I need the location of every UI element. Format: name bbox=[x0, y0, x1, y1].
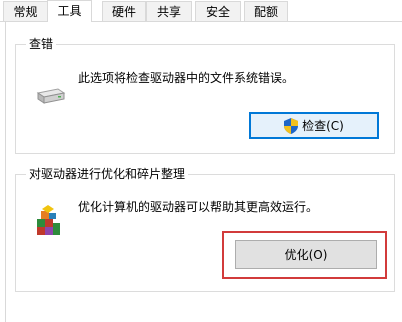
shield-icon bbox=[284, 117, 299, 134]
tab-strip: 常规 工具 硬件 共享 安全 配额 bbox=[0, 0, 402, 22]
highlight-annotation bbox=[222, 231, 387, 279]
tab-tools[interactable]: 工具 bbox=[47, 0, 92, 22]
tab-general[interactable]: 常规 bbox=[3, 1, 48, 21]
error-check-description: 此选项将检查驱动器中的文件系统错误。 bbox=[78, 71, 295, 85]
tab-label: 共享 bbox=[156, 5, 181, 19]
tab-label: 工具 bbox=[57, 4, 82, 18]
error-check-group: 查错 此选项将检查驱动器中的文件系统错误。 检查(C) bbox=[15, 36, 395, 154]
check-button-label: 检查(C) bbox=[302, 119, 344, 133]
check-button[interactable]: 检查(C) bbox=[249, 112, 379, 139]
drive-icon bbox=[34, 85, 66, 107]
error-check-title: 查错 bbox=[26, 36, 57, 52]
optimize-description: 优化计算机的驱动器可以帮助其更高效运行。 bbox=[78, 200, 319, 214]
tab-label: 常规 bbox=[13, 5, 38, 19]
tab-label: 配额 bbox=[253, 5, 278, 19]
tab-quota[interactable]: 配额 bbox=[244, 1, 288, 21]
tab-label: 硬件 bbox=[111, 5, 136, 19]
optimize-title: 对驱动器进行优化和碎片整理 bbox=[26, 166, 189, 182]
tab-sharing[interactable]: 共享 bbox=[146, 1, 192, 21]
tab-security[interactable]: 安全 bbox=[195, 1, 241, 21]
tab-hardware[interactable]: 硬件 bbox=[102, 1, 146, 21]
panel-border bbox=[5, 22, 6, 322]
defrag-icon bbox=[34, 205, 64, 237]
tab-label: 安全 bbox=[205, 5, 230, 19]
